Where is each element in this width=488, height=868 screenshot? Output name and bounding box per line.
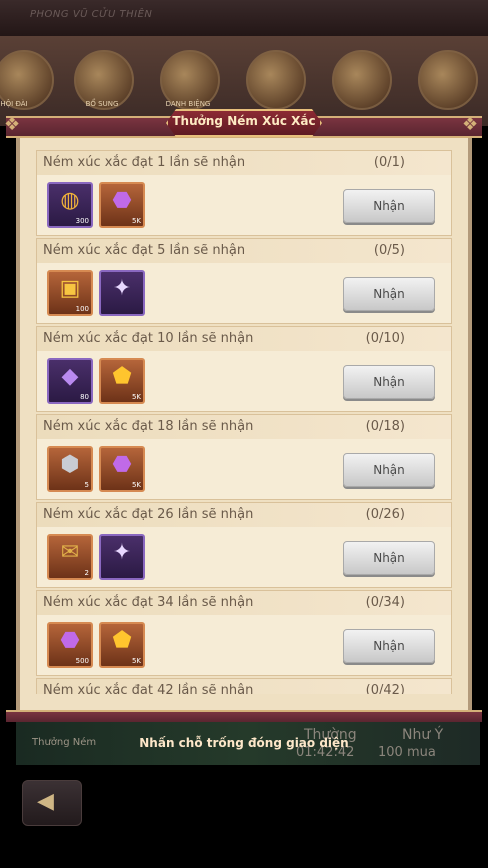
reward-item-gold-nugget[interactable]: ⬟ 5K bbox=[99, 358, 145, 404]
dialog-title: Thưởng Ném Xúc Xắc bbox=[172, 114, 316, 128]
reward-item-purple-gem[interactable]: ⬣ 5K bbox=[99, 182, 145, 228]
scroll-icon: ✉ bbox=[60, 540, 80, 565]
row-requirement: Ném xúc xắc đạt 26 lần sẽ nhận bbox=[43, 507, 254, 522]
gold-nugget-icon: ⬟ bbox=[112, 364, 132, 389]
row-requirement: Ném xúc xắc đạt 34 lần sẽ nhận bbox=[43, 595, 254, 610]
reward-row: Ném xúc xắc đạt 1 lần sẽ nhận (0/1) ◍ 30… bbox=[36, 150, 452, 236]
game-name: PHONG VŨ CỬU THIÊN bbox=[30, 9, 153, 20]
reward-row: Ném xúc xắc đạt 42 lần sẽ nhận (0/42) bbox=[36, 678, 452, 694]
row-progress: (0/5) bbox=[373, 243, 405, 258]
reward-qty: 5K bbox=[131, 657, 141, 665]
reward-item-purple-gem[interactable]: ⬣ 5K bbox=[99, 446, 145, 492]
reward-row: Ném xúc xắc đạt 26 lần sẽ nhận (0/26) ✉ … bbox=[36, 502, 452, 588]
reward-item-crystal-shard[interactable]: ◆ 80 bbox=[47, 358, 93, 404]
nav-icon-character bbox=[418, 50, 478, 110]
reward-qty: 5K bbox=[131, 217, 141, 225]
claim-button[interactable]: Nhận bbox=[343, 189, 435, 223]
reward-qty: 5K bbox=[131, 481, 141, 489]
reward-item-scroll[interactable]: ✉ 2 bbox=[47, 534, 93, 580]
dialog-bottom-rim bbox=[6, 710, 482, 722]
reward-item-treasure-ring[interactable]: ◍ 300 bbox=[47, 182, 93, 228]
nav-label: DANH BIỆNG bbox=[165, 100, 211, 108]
star-orb-icon: ✦ bbox=[112, 540, 132, 565]
reward-item-star-orb[interactable]: ✦ bbox=[99, 270, 145, 316]
treasure-ring-icon: ◍ bbox=[60, 188, 80, 213]
row-progress: (0/42) bbox=[365, 683, 405, 694]
reward-item-gold-nugget[interactable]: ⬟ 5K bbox=[99, 622, 145, 668]
corner-ornament-icon: ❖ bbox=[4, 114, 21, 135]
reward-row: Ném xúc xắc đạt 34 lần sẽ nhận (0/34) ⬣ … bbox=[36, 590, 452, 676]
reward-row: Ném xúc xắc đạt 5 lần sẽ nhận (0/5) ▣ 10… bbox=[36, 238, 452, 324]
nav-icon-swords bbox=[246, 50, 306, 110]
row-progress: (0/10) bbox=[365, 331, 405, 346]
back-arrow-icon: ◀ bbox=[37, 789, 54, 814]
reward-qty: 300 bbox=[75, 217, 89, 225]
nav-label: HỘI ĐÀI bbox=[0, 100, 28, 108]
crystal-shard-icon: ◆ bbox=[61, 364, 79, 389]
corner-ornament-icon: ❖ bbox=[462, 114, 479, 135]
claim-button[interactable]: Nhận bbox=[343, 277, 435, 311]
gold-nugget-icon: ⬟ bbox=[112, 628, 132, 653]
row-requirement: Ném xúc xắc đạt 1 lần sẽ nhận bbox=[43, 155, 246, 170]
row-requirement: Ném xúc xắc đạt 18 lần sẽ nhận bbox=[43, 419, 254, 434]
reward-row: Ném xúc xắc đạt 18 lần sẽ nhận (0/18) ⬢ … bbox=[36, 414, 452, 500]
claim-button[interactable]: Nhận bbox=[343, 453, 435, 487]
purple-gem-icon: ⬣ bbox=[60, 628, 80, 653]
iron-ore-icon: ⬢ bbox=[60, 452, 80, 477]
reward-qty: 80 bbox=[80, 393, 89, 401]
purple-gem-icon: ⬣ bbox=[112, 188, 132, 213]
reward-qty: 500 bbox=[75, 657, 89, 665]
row-requirement: Ném xúc xắc đạt 10 lần sẽ nhận bbox=[43, 331, 254, 346]
claim-button[interactable]: Nhận bbox=[343, 541, 435, 575]
tap-to-close-hint: Nhấn chỗ trống đóng giao diện bbox=[139, 736, 349, 750]
nav-icon-chest bbox=[332, 50, 392, 110]
claim-button[interactable]: Nhận bbox=[343, 365, 435, 399]
reward-qty: 5 bbox=[84, 481, 89, 489]
nav-label: BỔ SUNG bbox=[85, 100, 119, 108]
reward-row: Ném xúc xắc đạt 10 lần sẽ nhận (0/10) ◆ … bbox=[36, 326, 452, 412]
back-button[interactable]: ◀ bbox=[22, 780, 82, 826]
row-progress: (0/18) bbox=[365, 419, 405, 434]
purple-gem-icon: ⬣ bbox=[112, 452, 132, 477]
reward-qty: 100 bbox=[75, 305, 89, 313]
reward-item-gem-chest[interactable]: ▣ 100 bbox=[47, 270, 93, 316]
reward-list[interactable]: Ném xúc xắc đạt 1 lần sẽ nhận (0/1) ◍ 30… bbox=[36, 150, 452, 694]
reward-item-purple-gem[interactable]: ⬣ 500 bbox=[47, 622, 93, 668]
claim-button[interactable]: Nhận bbox=[343, 629, 435, 663]
row-progress: (0/1) bbox=[373, 155, 405, 170]
reward-item-iron-ore[interactable]: ⬢ 5 bbox=[47, 446, 93, 492]
top-bar: PHONG VŨ CỬU THIÊN bbox=[0, 0, 488, 36]
star-orb-icon: ✦ bbox=[112, 276, 132, 301]
row-progress: (0/26) bbox=[365, 507, 405, 522]
reward-qty: 2 bbox=[84, 569, 89, 577]
reward-item-star-orb[interactable]: ✦ bbox=[99, 534, 145, 580]
gem-chest-icon: ▣ bbox=[59, 276, 81, 301]
reward-qty: 5K bbox=[131, 393, 141, 401]
row-requirement: Ném xúc xắc đạt 42 lần sẽ nhận bbox=[43, 683, 254, 694]
row-requirement: Ném xúc xắc đạt 5 lần sẽ nhận bbox=[43, 243, 246, 258]
row-progress: (0/34) bbox=[365, 595, 405, 610]
